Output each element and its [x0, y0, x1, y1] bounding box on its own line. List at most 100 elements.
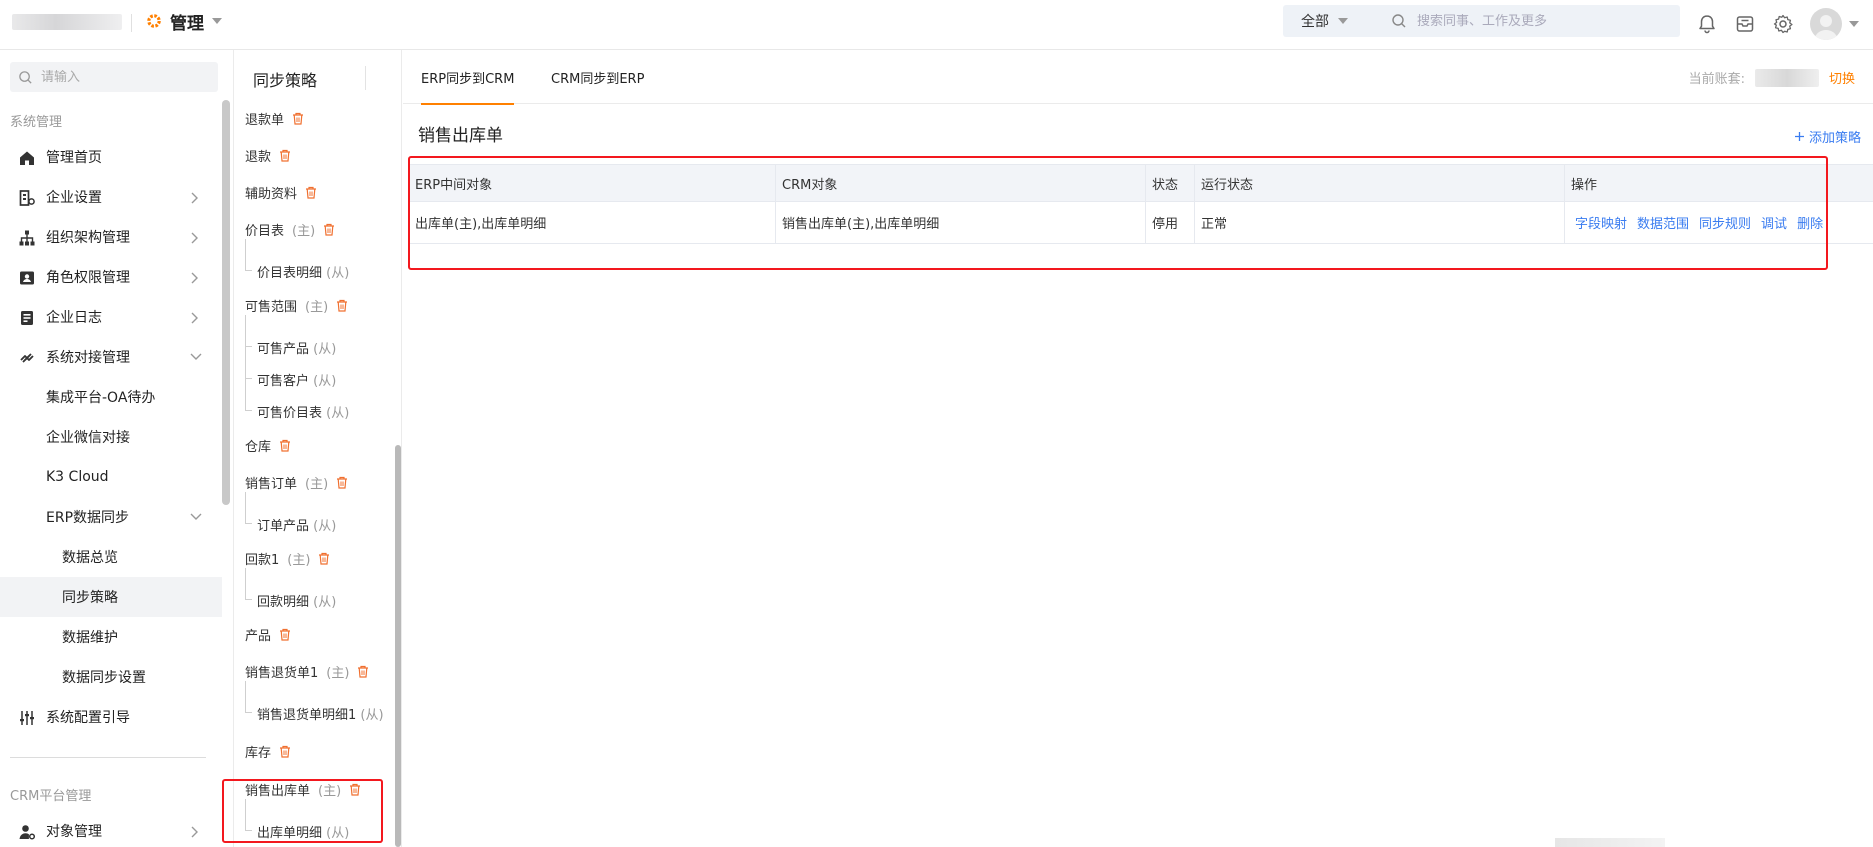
trash-icon[interactable] — [323, 223, 335, 236]
object-item[interactable]: 回款1 (主) — [245, 548, 330, 568]
object-label: 库存 — [245, 745, 272, 761]
object-list-scrollbar[interactable] — [395, 445, 401, 847]
building-icon — [18, 189, 36, 207]
sidebar-item-label: 系统对接管理 — [46, 350, 130, 366]
inbox-icon[interactable] — [1732, 11, 1758, 37]
tab-label: ERP同步到CRM — [421, 71, 515, 87]
gear-icon[interactable] — [1770, 11, 1796, 37]
object-label: 可售客户 (从) — [257, 374, 337, 389]
header-actions — [1694, 8, 1859, 40]
bell-icon[interactable] — [1694, 11, 1720, 37]
object-item[interactable]: 销售退货单1 (主) — [245, 661, 369, 681]
gear-logo-icon — [146, 13, 162, 29]
sidebar-item-label: 数据总览 — [62, 550, 118, 566]
section-crm-label: CRM平台管理 — [10, 789, 92, 804]
switch-account-link[interactable]: 切换 — [1829, 68, 1855, 87]
sidebar-item-data-maintenance[interactable]: 数据维护 — [0, 617, 222, 657]
object-item[interactable]: 销售订单 (主) — [245, 472, 348, 492]
trash-icon[interactable] — [336, 476, 348, 489]
trash-icon[interactable] — [292, 112, 304, 125]
sidebar-item-sync-policy[interactable]: 同步策略 — [0, 577, 222, 617]
trash-icon[interactable] — [279, 745, 291, 758]
sidebar-item-label: 数据同步设置 — [62, 670, 146, 686]
object-item[interactable]: 可售范围 (主) — [245, 295, 348, 315]
plus-icon — [1794, 131, 1805, 142]
chevron-right-icon — [190, 826, 198, 838]
user-settings-icon — [18, 823, 36, 841]
object-item[interactable]: 产品 — [245, 624, 291, 644]
object-item[interactable]: 退款单 — [245, 108, 304, 128]
chevron-down-icon — [190, 352, 202, 360]
trash-icon[interactable] — [305, 186, 317, 199]
account-label: 当前账套: — [1688, 72, 1745, 87]
avatar — [1810, 8, 1842, 40]
sidebar-item-logs[interactable]: 企业日志 — [0, 297, 222, 337]
search-input[interactable] — [1417, 13, 1667, 29]
add-policy-button[interactable]: 添加策略 — [1794, 127, 1861, 146]
object-label: 可售范围 — [245, 299, 298, 315]
object-label: 回款明细 (从) — [257, 595, 337, 610]
sidebar-item-wecom[interactable]: 企业微信对接 — [0, 417, 222, 457]
object-item[interactable]: 库存 — [245, 741, 291, 761]
sidebar-item-label: 数据维护 — [62, 630, 118, 646]
sidebar-item-object-management[interactable]: 对象管理 — [0, 811, 222, 847]
object-label: 仓库 — [245, 439, 272, 455]
sidebar-search-input[interactable] — [41, 69, 211, 85]
app-switcher[interactable]: 管理 — [146, 9, 222, 34]
tree-line — [245, 492, 252, 524]
tree-line — [245, 568, 252, 600]
search-scope-label: 全部 — [1301, 14, 1329, 30]
trash-icon[interactable] — [357, 665, 369, 678]
object-item[interactable]: 价目表 (主) — [245, 219, 335, 239]
org-chart-icon — [18, 229, 36, 247]
tree-line — [245, 347, 252, 379]
chevron-right-icon — [190, 192, 198, 204]
sidebar-item-label: 企业微信对接 — [46, 430, 130, 446]
sidebar-item-oa-todo[interactable]: 集成平台-OA待办 — [0, 377, 222, 417]
current-account: 当前账套: 切换 — [1689, 68, 1855, 87]
object-item[interactable]: 退款 — [245, 145, 291, 165]
sidebar-item-data-overview[interactable]: 数据总览 — [0, 537, 222, 577]
sidebar-item-company-settings[interactable]: 企业设置 — [0, 177, 222, 217]
object-list-pane: 同步策略 退款单 退款 辅助资料 价目表 (主) 价目表明细 (从) 可售范围 … — [235, 50, 402, 847]
chevron-down-icon — [190, 512, 202, 520]
object-item[interactable]: 辅助资料 — [245, 182, 317, 202]
sidebar-item-system-integration[interactable]: 系统对接管理 — [0, 337, 222, 377]
sidebar-item-k3-cloud[interactable]: K3 Cloud — [0, 457, 222, 497]
sidebar-item-roles[interactable]: 角色权限管理 — [0, 257, 222, 297]
home-icon — [18, 149, 36, 167]
sidebar-item-label: 集成平台-OA待办 — [46, 390, 156, 406]
object-label: 产品 — [245, 628, 272, 644]
sidebar-item-org[interactable]: 组织架构管理 — [0, 217, 222, 257]
sidebar-item-label: 角色权限管理 — [46, 270, 130, 286]
search-scope-dropdown[interactable]: 全部 — [1283, 11, 1367, 31]
sidebar-item-sync-settings[interactable]: 数据同步设置 — [0, 657, 222, 697]
tab-crm-to-erp[interactable]: CRM同步到ERP — [551, 50, 644, 104]
object-label: 价目表明细 (从) — [257, 266, 350, 281]
id-card-icon — [18, 269, 36, 287]
trash-icon[interactable] — [279, 628, 291, 641]
tree-line — [245, 379, 252, 411]
trash-icon[interactable] — [279, 439, 291, 452]
tree-line — [245, 315, 252, 347]
chevron-down-icon — [1338, 18, 1348, 24]
trash-icon[interactable] — [336, 299, 348, 312]
user-menu[interactable] — [1810, 8, 1859, 40]
object-label: 可售价目表 (从) — [257, 406, 350, 421]
trash-icon[interactable] — [279, 149, 291, 162]
object-tag: (主) — [287, 552, 311, 568]
sliders-icon — [18, 709, 36, 727]
object-item[interactable]: 仓库 — [245, 435, 291, 455]
global-search: 全部 — [1283, 5, 1680, 37]
top-header: 管理 全部 — [0, 0, 1873, 50]
sidebar-item-erp-sync[interactable]: ERP数据同步 — [0, 497, 222, 537]
sidebar-scrollbar[interactable] — [222, 100, 230, 505]
chevron-right-icon — [190, 232, 198, 244]
object-label: 辅助资料 — [245, 186, 298, 202]
tab-erp-to-crm[interactable]: ERP同步到CRM — [421, 50, 515, 105]
object-tag: (主) — [326, 665, 350, 681]
sidebar-item-config-guide[interactable]: 系统配置引导 — [0, 697, 222, 737]
object-tag: (主) — [292, 223, 316, 239]
sidebar-item-home[interactable]: 管理首页 — [0, 137, 222, 177]
trash-icon[interactable] — [318, 552, 330, 565]
